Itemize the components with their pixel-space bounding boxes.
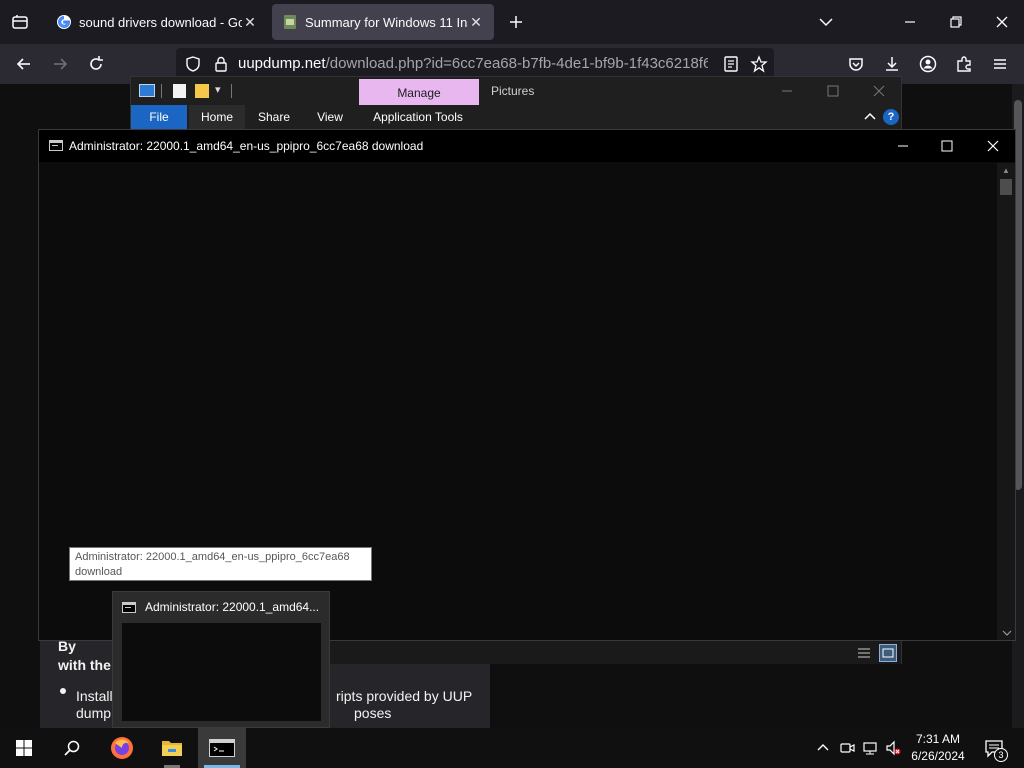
search-button[interactable] [48, 728, 96, 768]
tab-list-icon[interactable] [10, 12, 30, 32]
forward-icon[interactable] [50, 54, 70, 74]
tab-share[interactable]: Share [247, 105, 301, 129]
taskbar-thumbnail[interactable]: Administrator: 22000.1_amd64... [112, 591, 330, 728]
browser-tab-uupdump[interactable]: Summary for Windows 11 Insid ✕ [272, 4, 494, 40]
large-icons-view-icon[interactable] [879, 644, 897, 662]
maximize-icon[interactable] [939, 138, 955, 154]
article-bullet-text: dump [76, 705, 112, 721]
divider [231, 84, 232, 98]
minimize-icon[interactable] [895, 138, 911, 154]
cmd-icon [122, 602, 136, 613]
help-icon[interactable]: ? [883, 109, 899, 125]
pocket-icon[interactable] [846, 54, 866, 74]
maximize-icon[interactable] [825, 83, 841, 99]
article-bullet-tail: poses [354, 705, 392, 721]
chevron-up-icon[interactable] [863, 110, 877, 124]
url-domain: uupdump.net [238, 55, 326, 72]
ribbon-tabs: File Home Share View Application Tools ? [131, 105, 901, 129]
tab-manage[interactable]: Manage [359, 79, 479, 105]
bullet [60, 688, 66, 694]
minimize-icon[interactable] [900, 12, 920, 32]
menu-icon[interactable] [990, 54, 1010, 74]
window-icon [139, 84, 155, 97]
scrollbar-thumb[interactable] [1000, 179, 1012, 195]
browser-tab-bar: sound drivers download - Goog ✕ Summary … [0, 0, 1024, 44]
search-icon [63, 739, 81, 757]
meet-now-icon[interactable] [839, 740, 855, 756]
tooltip-line: Administrator: 22000.1_amd64_en-us_ppipr… [75, 551, 350, 563]
account-icon[interactable] [918, 54, 938, 74]
context-title: Pictures [491, 84, 535, 98]
tab-file[interactable]: File [131, 105, 187, 129]
taskbar-tooltip: Administrator: 22000.1_amd64_en-us_ppipr… [69, 547, 372, 581]
clock-time: 7:31 AM [915, 732, 961, 746]
extensions-icon[interactable] [954, 54, 974, 74]
chevron-down-icon[interactable] [816, 12, 836, 32]
close-window-icon[interactable] [992, 12, 1012, 32]
quick-access-toolbar: ▾ Manage Pictures [131, 77, 901, 105]
minimize-icon[interactable] [779, 83, 795, 99]
thumbnail-title: Administrator: 22000.1_amd64... [145, 600, 320, 614]
url-text[interactable]: uupdump.net/download.php?id=6cc7ea68-b7f… [238, 55, 708, 72]
notification-badge: 3 [994, 748, 1008, 762]
firefox-icon [110, 736, 134, 760]
clock[interactable]: 7:31 AM 6/26/2024 [904, 731, 972, 765]
browser-tab-google[interactable]: sound drivers download - Goog ✕ [46, 4, 268, 40]
url-path: /download.php?id=6cc7ea68-b7fb-4de1-bf9b… [325, 55, 708, 72]
scroll-down-icon[interactable] [1002, 628, 1012, 638]
clock-date: 6/26/2024 [911, 749, 965, 763]
google-icon [56, 14, 72, 30]
details-view-icon[interactable] [857, 646, 871, 660]
chevron-up-icon[interactable] [815, 740, 831, 756]
close-icon[interactable] [871, 83, 887, 99]
uupdump-icon [282, 14, 298, 30]
cmd-icon [49, 140, 63, 151]
taskbar: 7:31 AM 6/26/2024 3 [0, 728, 1024, 768]
close-icon[interactable]: ✕ [242, 14, 258, 31]
tab-application-tools[interactable]: Application Tools [361, 105, 475, 129]
article-line: with the [58, 657, 111, 673]
reader-view-icon[interactable] [722, 55, 740, 73]
scroll-up-icon[interactable]: ▲ [1002, 166, 1010, 175]
close-icon[interactable]: ✕ [468, 14, 484, 31]
cmd-icon [209, 739, 235, 757]
file-explorer-taskbar-button[interactable] [148, 728, 196, 768]
properties-icon[interactable] [173, 84, 186, 98]
lock-icon[interactable] [212, 55, 230, 73]
qat-dropdown-icon[interactable]: ▾ [215, 83, 221, 96]
new-tab-icon[interactable] [506, 12, 526, 32]
title-bar[interactable]: Administrator: 22000.1_amd64_en-us_ppipr… [39, 130, 1015, 162]
shield-icon[interactable] [184, 55, 202, 73]
close-icon[interactable] [985, 138, 1001, 154]
volume-muted-icon[interactable] [885, 740, 901, 756]
article-bullet-text: Install [76, 688, 113, 704]
tab-title: Summary for Windows 11 Insid [305, 14, 468, 30]
reload-icon[interactable] [86, 54, 106, 74]
start-button[interactable] [0, 728, 48, 768]
tab-home[interactable]: Home [189, 105, 245, 129]
console-scrollbar[interactable]: ▲ [997, 163, 1015, 640]
tab-view[interactable]: View [303, 105, 357, 129]
download-icon[interactable] [882, 54, 902, 74]
folder-icon [161, 738, 183, 758]
back-icon[interactable] [14, 54, 34, 74]
new-folder-icon[interactable] [195, 84, 209, 98]
windows-logo-icon [16, 740, 32, 756]
divider [161, 84, 162, 98]
window-title: Administrator: 22000.1_amd64_en-us_ppipr… [69, 139, 424, 153]
restore-icon[interactable] [946, 12, 966, 32]
cmd-taskbar-button[interactable] [198, 728, 246, 768]
bookmark-star-icon[interactable] [750, 55, 768, 73]
firefox-taskbar-button[interactable] [98, 728, 146, 768]
article-bullet-tail: ripts provided by UUP [336, 688, 473, 704]
network-icon[interactable] [862, 740, 878, 756]
tab-title: sound drivers download - Goog [79, 14, 242, 30]
tooltip-line: download [75, 566, 123, 578]
thumbnail-preview[interactable] [122, 623, 321, 721]
